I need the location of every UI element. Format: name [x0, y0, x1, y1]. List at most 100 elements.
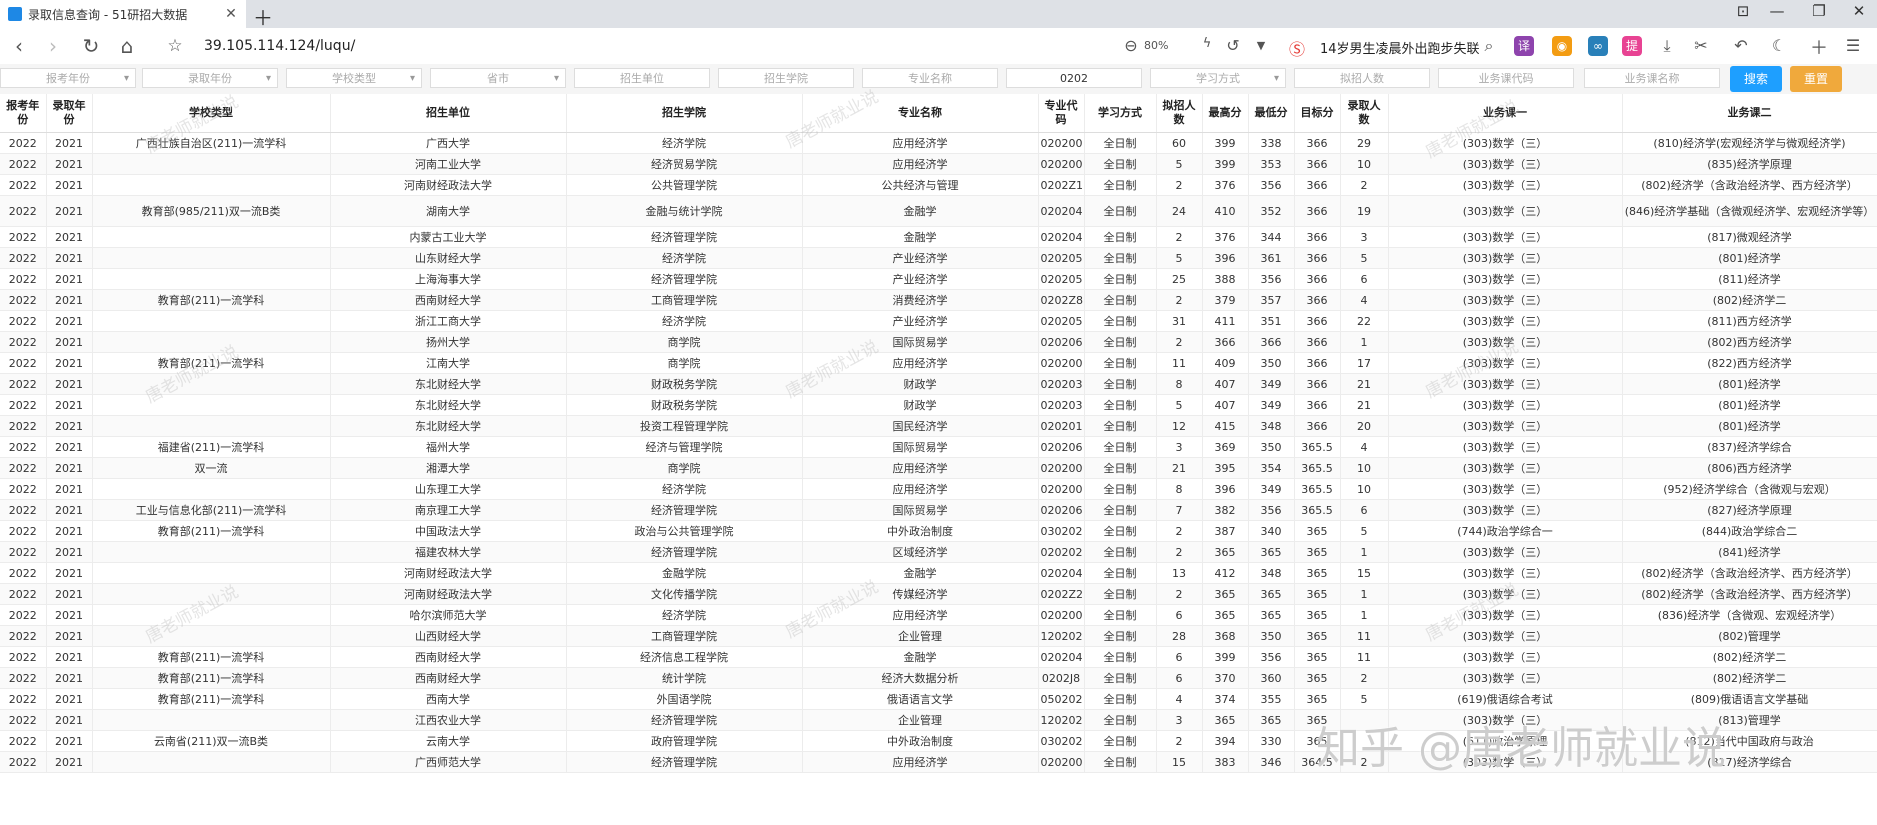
zoom-icon[interactable]: ⊖: [1120, 36, 1142, 55]
table-row[interactable]: 2022 2021 河南财经政法大学 金融学院 金融学 020204 全日制 13 412 348…: [0, 562, 1877, 584]
restore-icon[interactable]: ❐: [1804, 2, 1834, 20]
download-icon[interactable]: ⤓: [1656, 36, 1678, 56]
table-row[interactable]: 2022 2021 哈尔滨师范大学 经济学院 应用经济学 020200 全日制 6 365 365…: [0, 604, 1877, 626]
browser-tab[interactable]: 录取信息查询 - 51研招大数据 ✕: [0, 0, 246, 28]
year-report-select[interactable]: 报考年份 ▾: [0, 68, 136, 88]
bookmark-star-icon[interactable]: ☆: [162, 36, 188, 56]
table-row[interactable]: 2022 2021 山东财经大学 经济学院 产业经济学 020205 全日制 5 396 361 3…: [0, 247, 1877, 269]
translate-ext-icon[interactable]: 译: [1514, 36, 1534, 56]
table-row[interactable]: 2022 2021 教育部(211)一流学科 西南大学 外国语学院 俄语语言文学 05020…: [0, 688, 1877, 710]
table-row[interactable]: 2022 2021 工业与信息化部(211)一流学科 南京理工大学 经济管理学院 国际贸易…: [0, 499, 1877, 521]
table-cell: 11: [1340, 646, 1389, 668]
table-row[interactable]: 2022 2021 福建省(211)一流学科 福州大学 经济与管理学院 国际贸易学 0202…: [0, 436, 1877, 458]
night-mode-icon[interactable]: ☾: [1768, 36, 1790, 55]
table-cell: (303)数学（三）: [1388, 709, 1623, 731]
table-row[interactable]: 2022 2021 云南省(211)双一流B类 云南大学 政府管理学院 中外政治制度 030…: [0, 730, 1877, 752]
flash-icon[interactable]: ϟ: [1196, 36, 1218, 51]
table-cell: 365: [1248, 709, 1295, 731]
table-row[interactable]: 2022 2021 上海海事大学 经济管理学院 产业经济学 020205 全日制 25 388 3…: [0, 268, 1877, 290]
study-mode-select[interactable]: 学习方式 ▾: [1150, 68, 1286, 88]
table-cell: 全日制: [1084, 436, 1157, 458]
table-cell: 广西师范大学: [330, 751, 567, 773]
course-name-input[interactable]: 业务课名称: [1584, 68, 1720, 88]
table-cell: (841)经济学: [1622, 541, 1877, 563]
table-cell: 409: [1202, 352, 1249, 374]
window-pin-icon[interactable]: ⊡: [1728, 2, 1758, 20]
major-name-input[interactable]: 专业名称: [862, 68, 998, 88]
search-engine-icon[interactable]: Ⓢ: [1286, 36, 1308, 60]
school-type-select[interactable]: 学校类型 ▾: [286, 68, 422, 88]
menu-icon[interactable]: ☰: [1842, 36, 1864, 55]
add-icon[interactable]: ＋: [1808, 34, 1830, 60]
table-cell: 365: [1294, 583, 1341, 605]
table-row[interactable]: 2022 2021 河南工业大学 经济贸易学院 应用经济学 020200 全日制 5 399 35…: [0, 153, 1877, 175]
minimize-icon[interactable]: —: [1762, 2, 1792, 20]
table-cell: 0202Z2: [1038, 583, 1085, 605]
year-admit-select[interactable]: 录取年份 ▾: [142, 68, 278, 88]
table-cell: 2: [1156, 730, 1203, 752]
translate-icon[interactable]: ↺: [1222, 36, 1244, 55]
reset-button[interactable]: 重置: [1790, 66, 1842, 92]
table-row[interactable]: 2022 2021 江西农业大学 经济管理学院 企业管理 120202 全日制 3 365 365…: [0, 709, 1877, 731]
table-row[interactable]: 2022 2021 教育部(211)一流学科 西南财经大学 经济信息工程学院 金融学 020…: [0, 646, 1877, 668]
major-code-input[interactable]: 0202: [1006, 68, 1142, 88]
table-cell: 365: [1294, 646, 1341, 668]
table-cell: (303)数学（三）: [1388, 604, 1623, 626]
table-cell: 120202: [1038, 625, 1085, 647]
plan-count-input[interactable]: 拟招人数: [1294, 68, 1430, 88]
search-button[interactable]: 搜索: [1730, 66, 1782, 92]
table-cell: 全日制: [1084, 310, 1157, 332]
url-field[interactable]: 39.105.114.124/luqu/: [204, 38, 355, 54]
table-row[interactable]: 2022 2021 广西师范大学 经济管理学院 应用经济学 020200 全日制 15 383 3…: [0, 751, 1877, 773]
table-cell: 2022: [0, 625, 47, 647]
table-row[interactable]: 2022 2021 广西壮族自治区(211)一流学科 广西大学 经济学院 应用经济学 020…: [0, 132, 1877, 154]
table-row[interactable]: 2022 2021 山东理工大学 经济学院 应用经济学 020200 全日制 8 396 349 3…: [0, 478, 1877, 500]
tab-close-icon[interactable]: ✕: [222, 6, 240, 22]
table-row[interactable]: 2022 2021 教育部(985/211)双一流B类 湖南大学 金融与统计学院 金融学 0…: [0, 195, 1877, 227]
chevron-down-icon: ▾: [409, 73, 415, 84]
table-cell: 411: [1202, 310, 1249, 332]
table-row[interactable]: 2022 2021 教育部(211)一流学科 西南财经大学 工商管理学院 消费经济学 020…: [0, 289, 1877, 311]
table-row[interactable]: 2022 2021 浙江工商大学 经济学院 产业经济学 020205 全日制 31 411 351…: [0, 310, 1877, 332]
home-icon[interactable]: ⌂: [114, 34, 140, 58]
table-cell: 江南大学: [330, 352, 567, 374]
table-cell: 6: [1340, 268, 1389, 290]
table-row[interactable]: 2022 2021 教育部(211)一流学科 江南大学 商学院 应用经济学 020200 全日…: [0, 352, 1877, 374]
undo-icon[interactable]: ↶: [1730, 36, 1752, 55]
table-cell: 教育部(211)一流学科: [92, 667, 331, 689]
table-row[interactable]: 2022 2021 河南财经政法大学 文化传播学院 传媒经济学 0202Z2 全日制 2 365…: [0, 583, 1877, 605]
table-row[interactable]: 2022 2021 扬州大学 商学院 国际贸易学 020206 全日制 2 366 366 366 1…: [0, 331, 1877, 353]
course-code-input[interactable]: 业务课代码: [1438, 68, 1574, 88]
table-row[interactable]: 2022 2021 东北财经大学 财政税务学院 财政学 020203 全日制 5 407 349 3…: [0, 394, 1877, 416]
window-close-icon[interactable]: ✕: [1844, 2, 1874, 20]
table-row[interactable]: 2022 2021 内蒙古工业大学 经济管理学院 金融学 020204 全日制 2 376 344…: [0, 226, 1877, 248]
table-row[interactable]: 2022 2021 教育部(211)一流学科 西南财经大学 统计学院 经济大数据分析 020…: [0, 667, 1877, 689]
table-row[interactable]: 2022 2021 双一流 湘潭大学 商学院 应用经济学 020200 全日制 21 395 354…: [0, 457, 1877, 479]
table-cell: 2021: [46, 583, 93, 605]
table-row[interactable]: 2022 2021 东北财经大学 投资工程管理学院 国民经济学 020201 全日制 12 41…: [0, 415, 1877, 437]
forward-icon[interactable]: ›: [40, 34, 66, 58]
table-row[interactable]: 2022 2021 东北财经大学 财政税务学院 财政学 020203 全日制 8 407 349 3…: [0, 373, 1877, 395]
search-icon[interactable]: ⌕: [1478, 36, 1500, 56]
table-cell: (837)经济学综合: [1622, 436, 1877, 458]
table-cell: 10: [1340, 153, 1389, 175]
unit-input[interactable]: 招生单位: [574, 68, 710, 88]
hot-search-text[interactable]: 14岁男生凌晨外出跑步失联: [1320, 38, 1480, 57]
back-icon[interactable]: ‹: [6, 34, 32, 58]
chevron-down-icon[interactable]: ▼: [1250, 39, 1272, 52]
table-row[interactable]: 2022 2021 教育部(211)一流学科 中国政法大学 政治与公共管理学院 中外政治制…: [0, 520, 1877, 542]
college-input[interactable]: 招生学院: [718, 68, 854, 88]
table-cell: (801)经济学: [1622, 247, 1877, 269]
table-cell: 东北财经大学: [330, 394, 567, 416]
table-row[interactable]: 2022 2021 福建农林大学 经济管理学院 区域经济学 020202 全日制 2 365 36…: [0, 541, 1877, 563]
table-cell: 365: [1294, 520, 1341, 542]
link-ext-icon[interactable]: ∞: [1588, 36, 1608, 56]
province-select[interactable]: 省市 ▾: [430, 68, 566, 88]
new-tab-icon[interactable]: ＋: [252, 2, 274, 31]
table-row[interactable]: 2022 2021 河南财经政法大学 公共管理学院 公共经济与管理 0202Z1 全日制 2 3…: [0, 174, 1877, 196]
reload-icon[interactable]: ↻: [78, 34, 104, 58]
table-row[interactable]: 2022 2021 山西财经大学 工商管理学院 企业管理 120202 全日制 28 368 35…: [0, 625, 1877, 647]
note-ext-icon[interactable]: 提: [1622, 36, 1642, 56]
scissors-icon[interactable]: ✂: [1690, 36, 1712, 55]
game-ext-icon[interactable]: ◉: [1552, 36, 1572, 56]
